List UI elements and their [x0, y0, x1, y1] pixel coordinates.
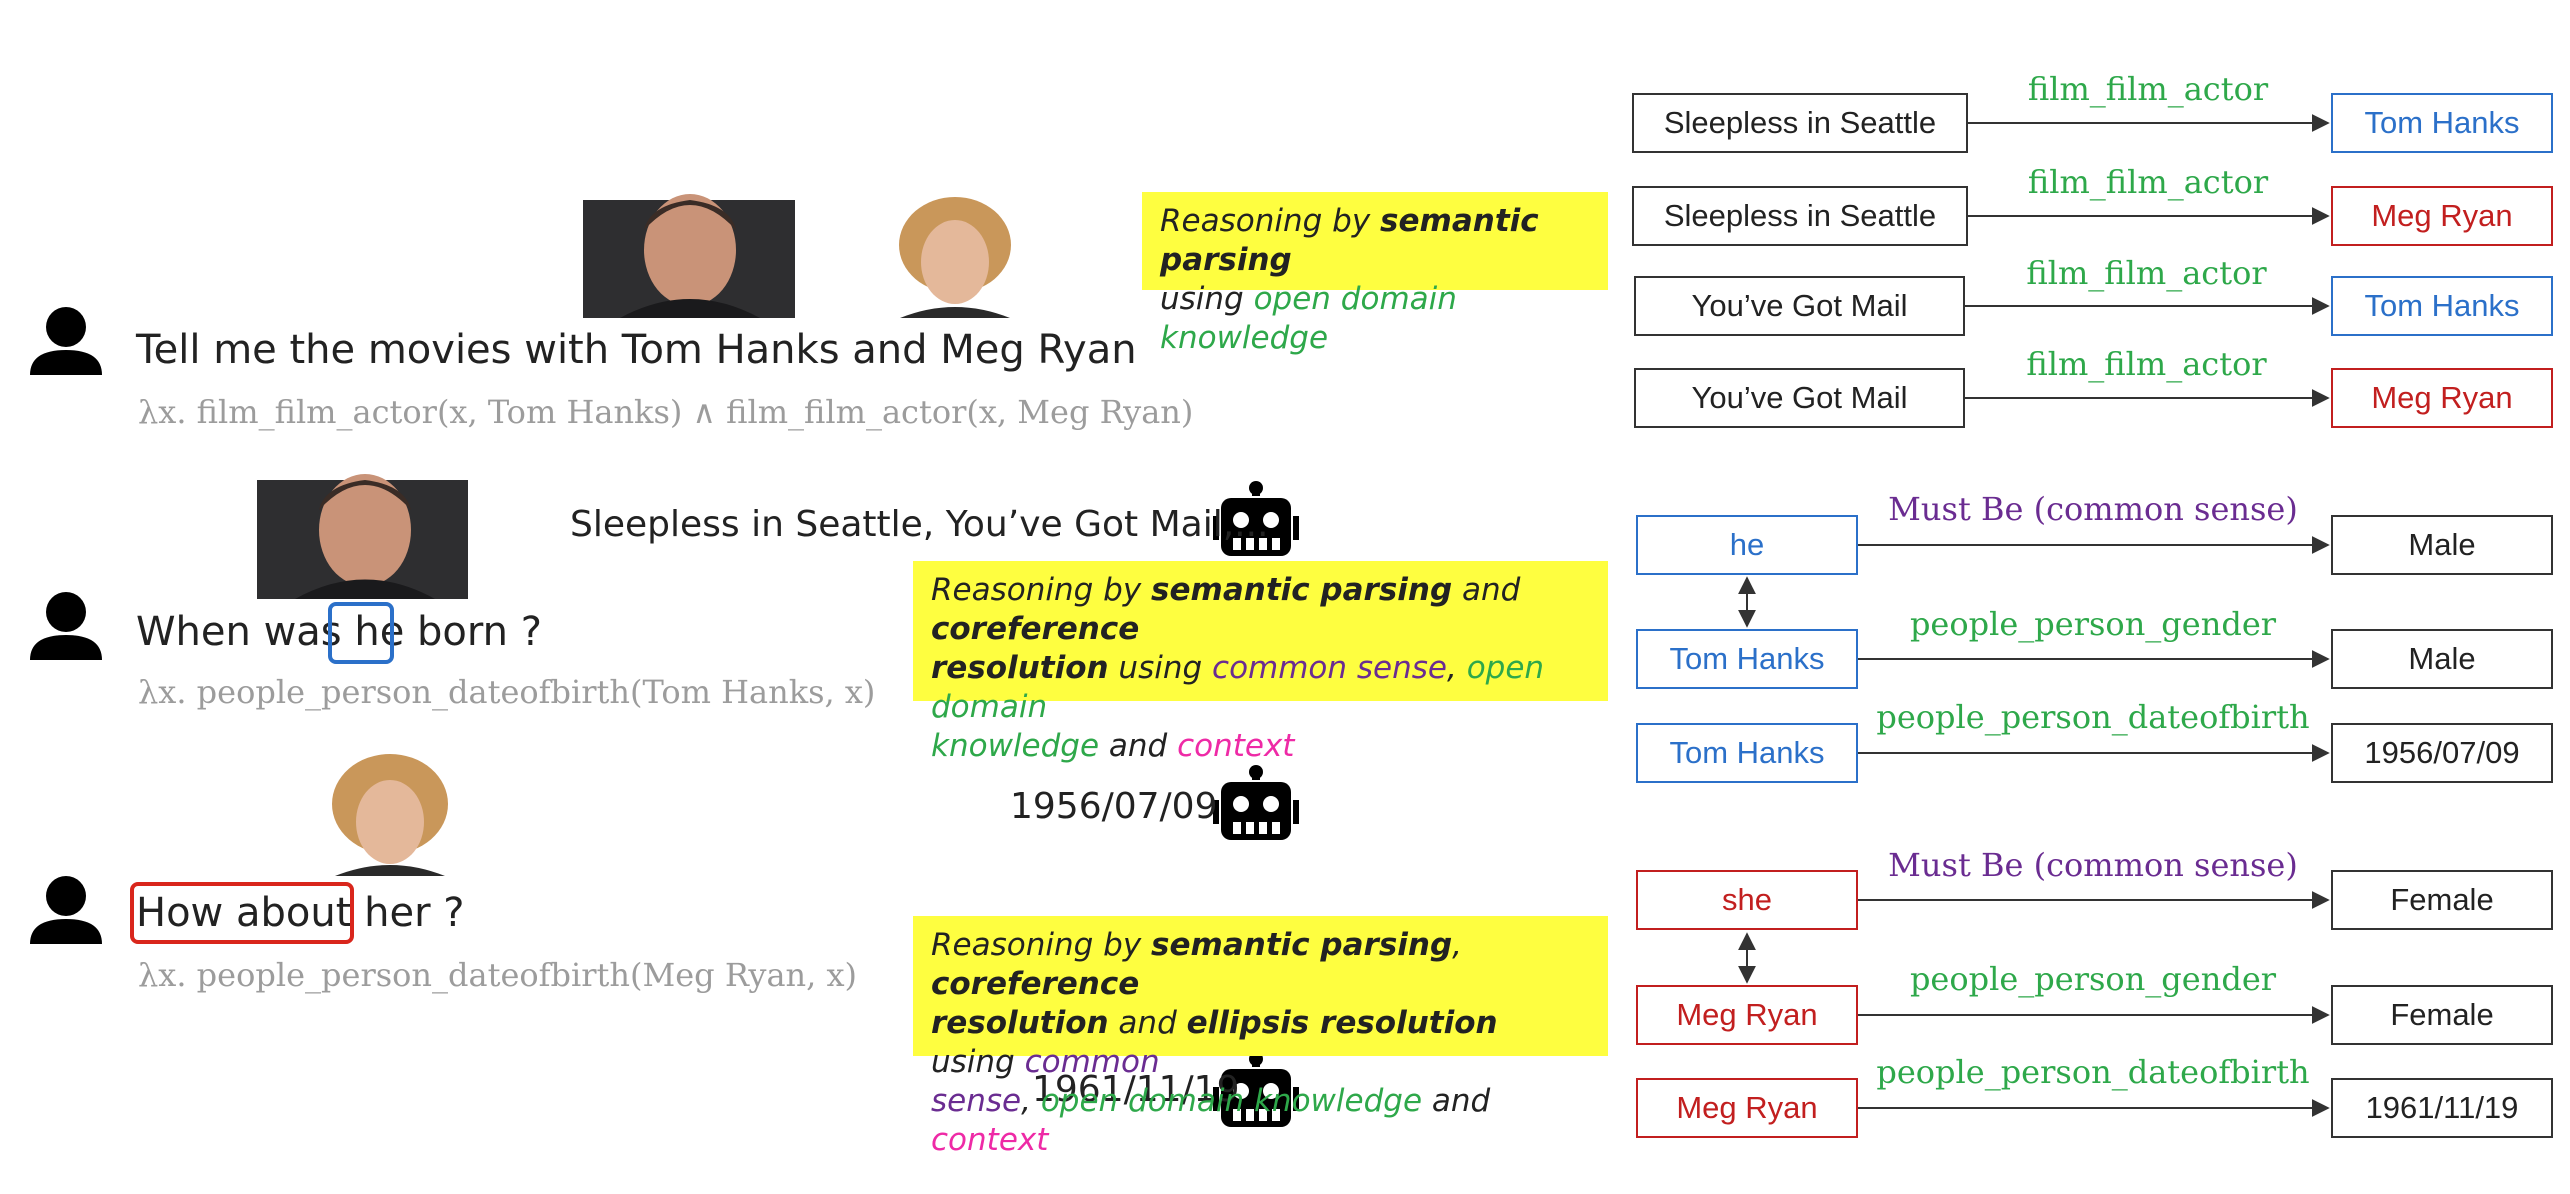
graph-tail-node: Female [2331, 985, 2553, 1045]
logical-form-2: λx. people_person_dateofbirth(Tom Hanks,… [138, 673, 876, 711]
note-text: and [1099, 728, 1178, 764]
graph-head-node: Meg Ryan [1636, 1078, 1858, 1138]
note-text: semantic parsing [1151, 572, 1453, 608]
graph-tail-node: Male [2331, 515, 2553, 575]
note-text: using [1160, 281, 1254, 317]
user-icon [30, 307, 102, 375]
graph-head-node: he [1636, 515, 1858, 575]
graph-relation-label: people_person_gender [1909, 960, 2277, 998]
graph-relation-label: people_person_dateofbirth [1876, 698, 2310, 736]
graph-head-node: You’ve Got Mail [1634, 368, 1965, 428]
utterance-text: When was [136, 609, 355, 655]
note-text: context [931, 1122, 1049, 1158]
note-text: open domain knowledge [1040, 1083, 1423, 1119]
note-text: Reasoning by [931, 572, 1152, 608]
graph-relation-label: people_person_dateofbirth [1876, 1053, 2310, 1091]
graph-head-node: Tom Hanks [1636, 723, 1858, 783]
note-text: and [1422, 1083, 1491, 1119]
note-text: common sense [1212, 650, 1447, 686]
utterance-text: her ? [351, 890, 465, 936]
note-text: , [1452, 927, 1463, 963]
graph-head-node: Meg Ryan [1636, 985, 1858, 1045]
ellipsis-highlight-box [130, 882, 354, 944]
graph-tail-node: Female [2331, 870, 2553, 930]
note-text: context [1177, 728, 1295, 764]
note-text: sense [931, 1083, 1022, 1119]
tom-hanks-photo [583, 194, 795, 318]
note-text: coreference [931, 966, 1140, 1002]
system-answer-1: Sleepless in Seattle, You’ve Got Mail,..… [570, 504, 1269, 545]
reasoning-note-3: Reasoning by semantic parsing, coreferen… [913, 916, 1608, 1158]
note-text: common [1024, 1044, 1160, 1080]
graph-relation-label: film_film_actor [2026, 254, 2267, 292]
graph-relation-label: Must Be (common sense) [1888, 490, 2298, 528]
graph-relation-label: film_film_actor [2026, 345, 2267, 383]
graph-tail-node: 1956/07/09 [2331, 723, 2553, 783]
note-text: , [1021, 1083, 1041, 1119]
graph-head-node: Sleepless in Seattle [1632, 186, 1968, 246]
graph-relation-label: people_person_gender [1909, 605, 2277, 643]
user-icon [30, 876, 102, 944]
reasoning-note-1: Reasoning by semantic parsing using open… [1142, 192, 1608, 356]
graph-tail-node: Male [2331, 629, 2553, 689]
dialogue-reasoning-diagram: Tell me the movies with Tom Hanks and Me… [0, 0, 2570, 1194]
graph-tail-node: Meg Ryan [2331, 186, 2553, 246]
graph-head-node: she [1636, 870, 1858, 930]
note-text: using [1108, 650, 1213, 686]
note-text: ellipsis resolution [1186, 1005, 1498, 1041]
system-answer-2: 1956/07/09 [1010, 786, 1218, 827]
graph-head-node: Tom Hanks [1636, 629, 1858, 689]
meg-ryan-photo [318, 754, 468, 876]
graph-tail-node: 1961/11/19 [2331, 1078, 2553, 1138]
graph-tail-node: Tom Hanks [2331, 93, 2553, 153]
user-icon [30, 592, 102, 660]
tom-hanks-photo [257, 474, 468, 599]
note-text: and [1452, 572, 1521, 608]
robot-icon [1213, 765, 1299, 840]
graph-tail-node: Meg Ryan [2331, 368, 2553, 428]
note-text: semantic parsing [1151, 927, 1453, 963]
note-text: Reasoning by [931, 927, 1152, 963]
note-text: resolution [931, 1005, 1109, 1041]
graph-relation-label: film_film_actor [2027, 163, 2269, 201]
logical-form-1: λx. film_film_actor(x, Tom Hanks) ∧ film… [138, 393, 1194, 431]
utterance-text: born ? [404, 609, 542, 655]
graph-relation-label: film_film_actor [2027, 70, 2269, 108]
coreference-highlight-box [328, 602, 394, 664]
note-text: and [1108, 1005, 1187, 1041]
note-text: , [1447, 650, 1467, 686]
user-utterance-1: Tell me the movies with Tom Hanks and Me… [136, 327, 1137, 373]
logical-form-3: λx. people_person_dateofbirth(Meg Ryan, … [138, 956, 857, 994]
note-text: using [931, 1044, 1025, 1080]
note-text: resolution [931, 650, 1109, 686]
graph-tail-node: Tom Hanks [2331, 276, 2553, 336]
note-text: Reasoning by [1160, 203, 1381, 239]
note-text: knowledge [931, 728, 1100, 764]
graph-relation-label: Must Be (common sense) [1888, 846, 2298, 884]
reasoning-note-2: Reasoning by semantic parsing and corefe… [913, 561, 1608, 764]
meg-ryan-photo [880, 197, 1030, 318]
graph-head-node: You’ve Got Mail [1634, 276, 1965, 336]
note-text: coreference [931, 611, 1140, 647]
graph-head-node: Sleepless in Seattle [1632, 93, 1968, 153]
